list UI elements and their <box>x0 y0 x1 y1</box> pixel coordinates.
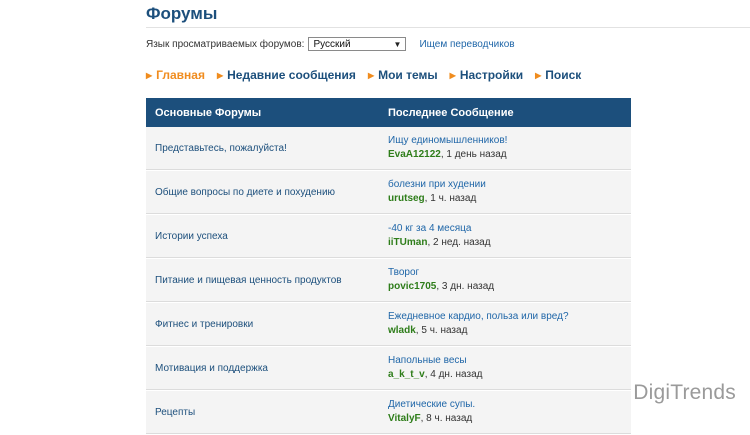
nav-arrow-icon: ▶ <box>216 70 224 80</box>
table-row: Рецепты Диетические супы. VitalyF, 8 ч. … <box>146 391 631 434</box>
language-selector-row: Язык просматриваемых форумов: Русский ▼ … <box>146 36 515 52</box>
forum-link[interactable]: Рецепты <box>146 391 388 433</box>
nav-arrow-icon: ▶ <box>449 70 456 80</box>
last-post-meta: VitalyF, 8 ч. назад <box>388 412 631 426</box>
table-row: Питание и пищевая ценность продуктов Тво… <box>146 259 631 302</box>
last-post-link[interactable]: болезни при худении <box>388 178 631 192</box>
nav-item-my-topics[interactable]: ▶ Мои темы <box>368 68 438 82</box>
forum-link[interactable]: Истории успеха <box>146 215 388 257</box>
post-time: , 1 ч. назад <box>424 193 477 204</box>
post-time: , 4 дн. назад <box>424 369 483 380</box>
last-post-cell: Ежедневное кардио, польза или вред? wlad… <box>388 303 631 345</box>
user-link[interactable]: a_k_t_v <box>388 369 425 380</box>
post-time: , 5 ч. назад <box>415 325 468 336</box>
last-post-meta: a_k_t_v, 4 дн. назад <box>388 368 631 382</box>
last-post-meta: povic1705, 3 дн. назад <box>388 280 631 294</box>
user-link[interactable]: urutseg <box>388 193 425 204</box>
last-post-cell: -40 кг за 4 месяца iiTUman, 2 нед. назад <box>388 215 631 257</box>
last-post-cell: Напольные весы a_k_t_v, 4 дн. назад <box>388 347 631 389</box>
last-post-link[interactable]: Ежедневное кардио, польза или вред? <box>388 310 631 324</box>
nav-item-label: Недавние сообщения <box>227 68 356 82</box>
last-post-meta: EvaA12122, 1 день назад <box>388 148 631 162</box>
last-post-link[interactable]: Ищу единомышленников! <box>388 134 631 148</box>
user-link[interactable]: EvaA12122 <box>388 149 441 160</box>
nav-item-settings[interactable]: ▶ Настройки <box>450 68 523 82</box>
nav-arrow-icon: ▶ <box>367 70 375 80</box>
nav-item-label: Мои темы <box>378 68 438 82</box>
header-forums: Основные Форумы <box>155 106 262 119</box>
post-time: , 2 нед. назад <box>427 237 491 248</box>
forum-link[interactable]: Мотивация и поддержка <box>146 347 388 389</box>
last-post-meta: iiTUman, 2 нед. назад <box>388 236 631 250</box>
page-title: Форумы <box>146 4 218 23</box>
last-post-cell: Диетические супы. VitalyF, 8 ч. назад <box>388 391 631 433</box>
last-post-cell: Ищу единомышленников! EvaA12122, 1 день … <box>388 127 631 169</box>
last-post-link[interactable]: Напольные весы <box>388 354 631 368</box>
nav-item-search[interactable]: ▶ Поиск <box>535 68 581 82</box>
language-select-value: Русский <box>313 38 351 50</box>
watermark: DigiTrends <box>633 381 736 404</box>
forum-table: Основные Форумы Последнее Сообщение Пред… <box>146 98 631 435</box>
last-post-link[interactable]: -40 кг за 4 месяца <box>388 222 631 236</box>
user-link[interactable]: wladk <box>388 325 416 336</box>
forum-link[interactable]: Представьтесь, пожалуйста! <box>146 127 388 169</box>
table-row: Представьтесь, пожалуйста! Ищу единомышл… <box>146 127 631 170</box>
nav-item-label: Поиск <box>545 68 582 82</box>
last-post-cell: Творог povic1705, 3 дн. назад <box>388 259 631 301</box>
nav-item-label: Главная <box>156 68 205 82</box>
table-header: Основные Форумы Последнее Сообщение <box>146 98 631 127</box>
last-post-meta: wladk, 5 ч. назад <box>388 324 631 338</box>
last-post-link[interactable]: Творог <box>388 266 631 280</box>
nav-item-home[interactable]: ▶ Главная <box>146 68 205 82</box>
last-post-cell: болезни при худении urutseg, 1 ч. назад <box>388 171 631 213</box>
nav-item-recent-posts[interactable]: ▶ Недавние сообщения <box>217 68 356 82</box>
last-post-link[interactable]: Диетические супы. <box>388 398 631 412</box>
nav-arrow-icon: ▶ <box>146 70 153 80</box>
last-post-meta: urutseg, 1 ч. назад <box>388 192 631 206</box>
table-row: Истории успеха -40 кг за 4 месяца iiTUma… <box>146 215 631 258</box>
forum-link[interactable]: Общие вопросы по диете и похудению <box>146 171 388 213</box>
user-link[interactable]: iiTUman <box>388 237 427 248</box>
table-row: Общие вопросы по диете и похудению болез… <box>146 171 631 214</box>
table-row: Фитнес и тренировки Ежедневное кардио, п… <box>146 303 631 346</box>
title-divider <box>146 27 750 28</box>
language-select[interactable]: Русский ▼ <box>308 37 407 51</box>
nav-arrow-icon: ▶ <box>535 70 542 80</box>
forum-nav: ▶ Главная ▶ Недавние сообщения ▶ Мои тем… <box>146 67 593 83</box>
forum-link[interactable]: Питание и пищевая ценность продуктов <box>146 259 388 301</box>
forum-link[interactable]: Фитнес и тренировки <box>146 303 388 345</box>
language-label: Язык просматриваемых форумов: <box>146 38 305 50</box>
post-time: , 3 дн. назад <box>436 281 495 292</box>
post-time: , 1 день назад <box>440 149 507 160</box>
nav-item-label: Настройки <box>459 68 524 82</box>
table-row: Мотивация и поддержка Напольные весы a_k… <box>146 347 631 390</box>
user-link[interactable]: povic1705 <box>388 281 436 292</box>
dropdown-arrow-icon: ▼ <box>393 39 402 49</box>
translators-link[interactable]: Ищем переводчиков <box>419 39 514 50</box>
header-last-post: Последнее Сообщение <box>388 106 514 119</box>
